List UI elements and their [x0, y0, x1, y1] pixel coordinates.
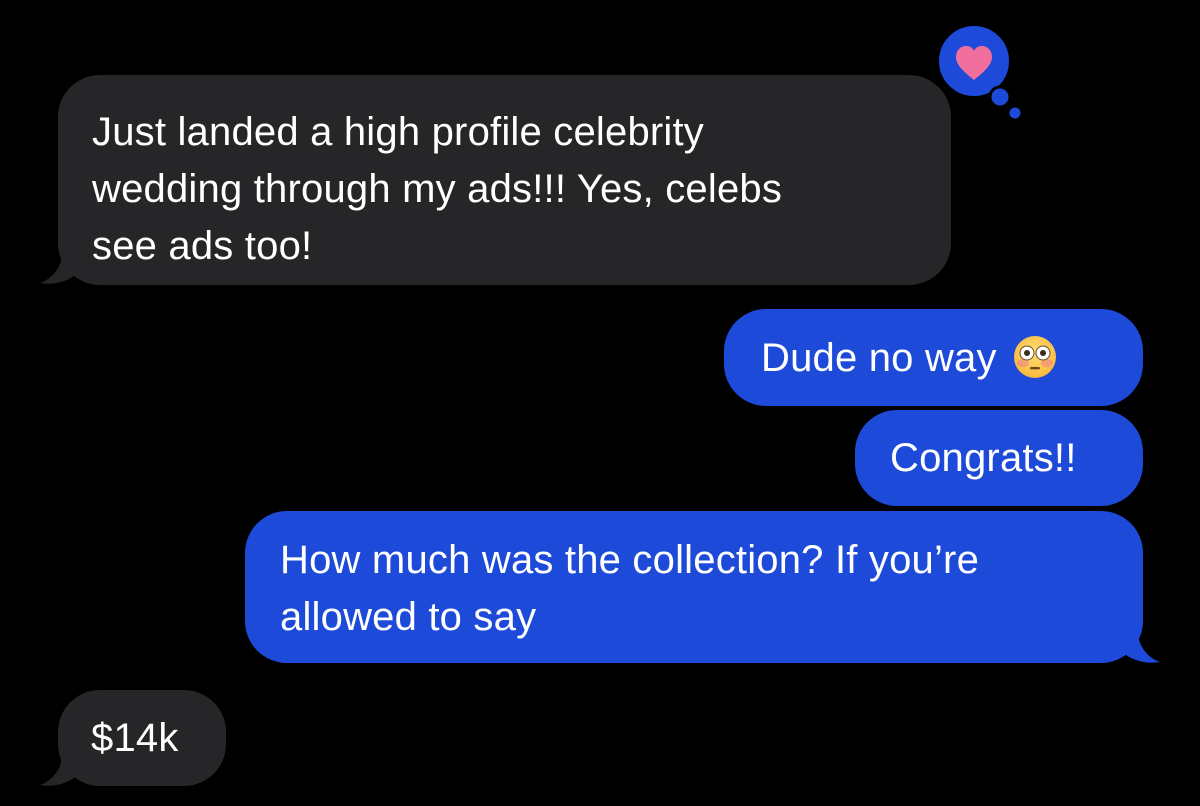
bubble-tail: [1122, 632, 1160, 663]
message-text: Just landed a high profile celebrity wed…: [92, 110, 783, 268]
message-bubble-incoming[interactable]: $14k: [58, 690, 226, 786]
message-bubble-outgoing[interactable]: Congrats!!: [855, 410, 1143, 506]
message-text: Dude no way: [761, 336, 997, 380]
message-text: $14k: [91, 716, 179, 760]
message-text: Congrats!!: [890, 436, 1077, 480]
message-bubble-outgoing[interactable]: Dude no way: [724, 309, 1143, 406]
message-bubble-outgoing[interactable]: How much was the collection? If you’re a…: [245, 511, 1143, 663]
bubble-tail: [40, 755, 78, 786]
message-text: How much was the collection? If you’re a…: [280, 538, 980, 639]
heart-reaction-badge[interactable]: [918, 14, 1030, 124]
message-bubble-incoming[interactable]: Just landed a high profile celebrity wed…: [58, 75, 951, 285]
flushed-face-icon: [1013, 335, 1057, 379]
bubble-tail: [40, 253, 78, 284]
